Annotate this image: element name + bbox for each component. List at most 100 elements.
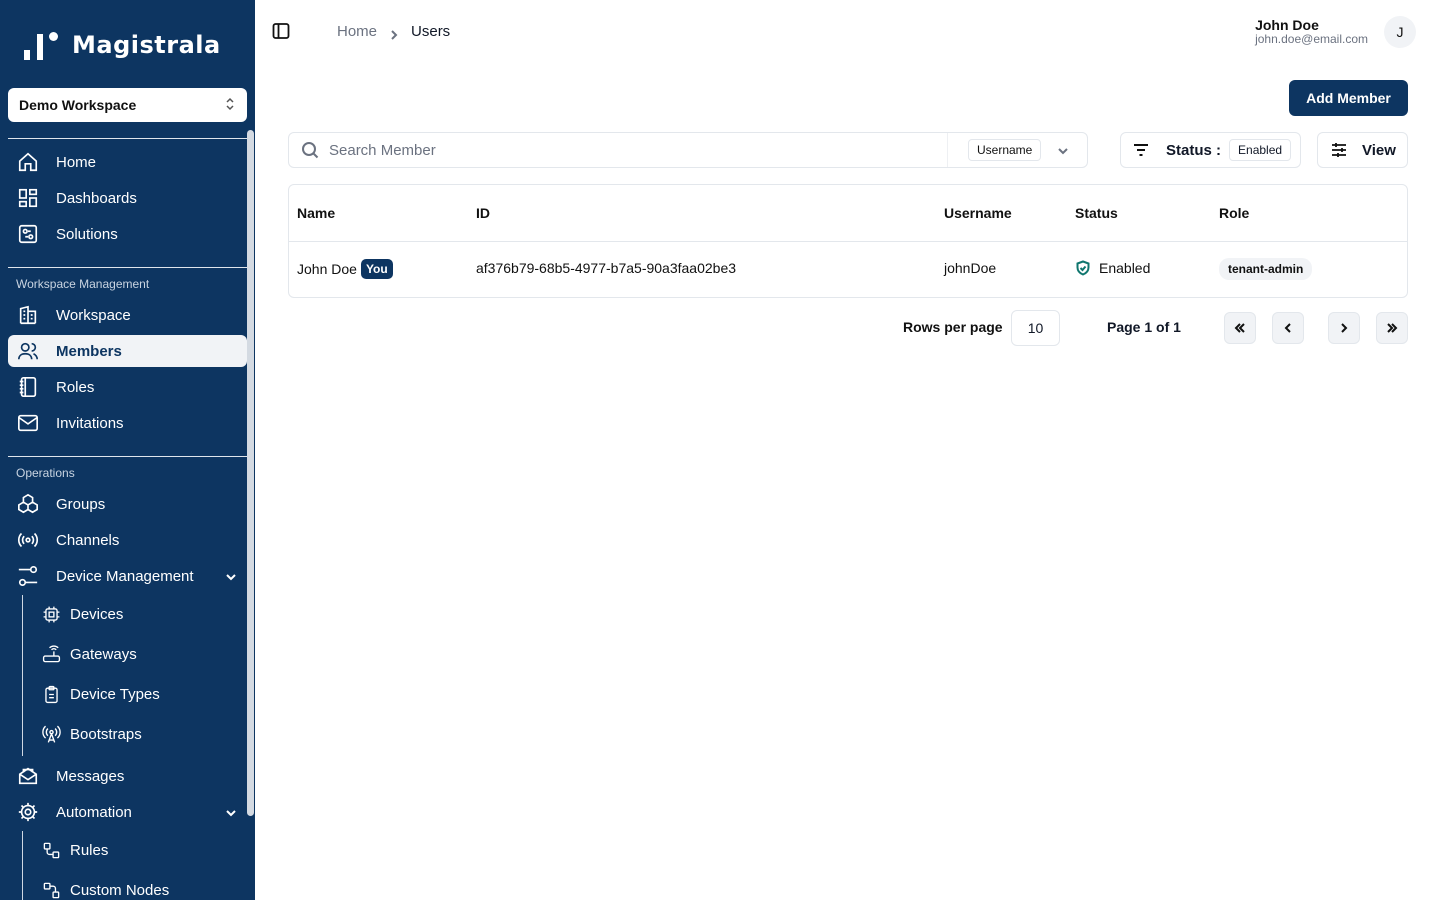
sidebar-subitem-bootstraps[interactable]: Bootstraps (30, 718, 247, 750)
workspace-selector-value: Demo Workspace (19, 97, 137, 113)
sidebar-subitem-devices[interactable]: Devices (30, 598, 247, 630)
sidebar-item-invitations[interactable]: Invitations (8, 407, 247, 439)
antenna-icon (40, 723, 62, 745)
cpu-icon (40, 603, 62, 625)
sidebar-subitem-gateways[interactable]: Gateways (30, 638, 247, 670)
filter-icon (1133, 142, 1149, 158)
sidebar-subitem-label: Devices (70, 605, 124, 623)
cell-id: af376b79-68b5-4977-b7a5-90a3faa02be3 (476, 260, 737, 276)
chevron-down-icon[interactable] (225, 806, 237, 818)
chevron-down-icon[interactable] (225, 570, 237, 582)
router-icon (40, 643, 62, 665)
page-indicator: Page 1 of 1 (1107, 319, 1181, 335)
avatar[interactable]: J (1384, 16, 1416, 48)
table-header: Name ID Username Status Role (289, 185, 1407, 242)
status-filter-label: Status : (1166, 141, 1222, 159)
notebook-icon (16, 375, 40, 399)
status-text: Enabled (1099, 260, 1151, 276)
section-label-operations: Operations (16, 466, 75, 480)
panel-left-icon (272, 23, 290, 39)
nodes-icon (40, 879, 62, 900)
sidebar-item-home[interactable]: Home (8, 146, 247, 178)
sidebar-scrollbar[interactable] (247, 130, 254, 816)
column-header-status[interactable]: Status (1075, 205, 1118, 221)
sidebar-item-solutions[interactable]: Solutions (8, 218, 247, 250)
sidebar-item-label: Workspace (56, 306, 131, 324)
sidebar-subitem-device-types[interactable]: Device Types (30, 678, 247, 710)
column-header-name[interactable]: Name (297, 205, 335, 221)
sidebar-item-label: Invitations (56, 414, 124, 432)
status-filter-button[interactable]: Status : Enabled (1120, 132, 1301, 168)
column-header-username[interactable]: Username (944, 205, 1012, 221)
table-row[interactable]: John Doe You af376b79-68b5-4977-b7a5-90a… (289, 242, 1407, 298)
sidebar-toggle-button[interactable] (272, 22, 292, 42)
chevron-down-icon (1057, 144, 1069, 156)
sliders-icon (1330, 141, 1348, 159)
rows-per-page-select[interactable]: 10 (1011, 310, 1060, 346)
cell-username: johnDoe (944, 260, 997, 276)
search-bar: Search Member Username (288, 132, 1088, 168)
sidebar-item-roles[interactable]: Roles (8, 371, 247, 403)
chevron-right-icon (389, 27, 399, 40)
cell-status: Enabled (1075, 260, 1150, 276)
add-member-button[interactable]: Add Member (1289, 80, 1408, 116)
clipboard-icon (40, 683, 62, 705)
submenu-line (22, 831, 23, 900)
search-field-select[interactable]: Username (947, 133, 1088, 167)
column-header-role[interactable]: Role (1219, 205, 1249, 221)
view-options-button[interactable]: View (1317, 132, 1408, 168)
sidebar-item-device-management[interactable]: Device Management (8, 560, 247, 592)
logo-mark-icon (24, 30, 62, 60)
sidebar-item-members[interactable]: Members (8, 335, 247, 367)
sidebar-item-label: Dashboards (56, 189, 137, 207)
breadcrumb-home-link[interactable]: Home (337, 23, 377, 40)
breadcrumb: Home Users (337, 23, 450, 40)
sidebar-subitem-label: Rules (70, 841, 109, 859)
chevron-right-icon (1341, 323, 1348, 333)
role-badge: tenant-admin (1219, 258, 1313, 280)
sidebar-item-groups[interactable]: Groups (8, 488, 247, 520)
sidebar-subitem-custom-nodes[interactable]: Custom Nodes (30, 874, 247, 900)
breadcrumb-current: Users (411, 23, 451, 40)
cell-name: John Doe You (297, 259, 393, 279)
cell-role: tenant-admin (1219, 258, 1313, 280)
chevrons-right-icon (1387, 323, 1398, 333)
status-filter-value: Enabled (1229, 139, 1292, 161)
solutions-icon (16, 222, 40, 246)
mail-open-icon (16, 764, 40, 788)
next-page-button[interactable] (1328, 312, 1360, 344)
building-icon (16, 303, 40, 327)
chevrons-left-icon (1234, 323, 1245, 333)
cog-icon (16, 800, 40, 824)
sidebar-item-messages[interactable]: Messages (8, 760, 247, 792)
sidebar-item-channels[interactable]: Channels (8, 524, 247, 556)
route-icon (16, 564, 40, 588)
shield-check-icon (1075, 260, 1091, 276)
you-badge: You (360, 259, 393, 279)
sidebar-subitem-label: Bootstraps (70, 725, 142, 743)
rows-per-page-label: Rows per page (903, 319, 1003, 335)
column-header-id[interactable]: ID (476, 205, 490, 221)
sidebar-subitem-label: Gateways (70, 645, 137, 663)
sidebar-item-label: Channels (56, 531, 120, 549)
boxes-icon (16, 492, 40, 516)
radio-icon (16, 528, 40, 552)
last-page-button[interactable] (1376, 312, 1408, 344)
users-icon (16, 339, 40, 363)
user-info: John Doe john.doe@email.com (1255, 18, 1368, 46)
app-logo[interactable]: Magistrala (24, 30, 221, 60)
sidebar-item-label: Roles (56, 378, 95, 396)
sidebar-divider (8, 456, 247, 457)
sidebar-item-workspace[interactable]: Workspace (8, 299, 247, 331)
workflow-icon (40, 839, 62, 861)
sidebar-item-automation[interactable]: Automation (8, 796, 247, 828)
workspace-selector[interactable]: Demo Workspace (8, 88, 247, 122)
sidebar-subitem-rules[interactable]: Rules (30, 834, 247, 866)
sidebar-item-dashboards[interactable]: Dashboards (8, 182, 247, 214)
previous-page-button[interactable] (1272, 312, 1304, 344)
sidebar-item-label: Device Management (56, 567, 194, 585)
search-field-value: Username (968, 139, 1042, 161)
sidebar: Magistrala Demo Workspace Home Dashboard… (0, 0, 255, 900)
first-page-button[interactable] (1224, 312, 1256, 344)
search-icon (301, 141, 319, 159)
